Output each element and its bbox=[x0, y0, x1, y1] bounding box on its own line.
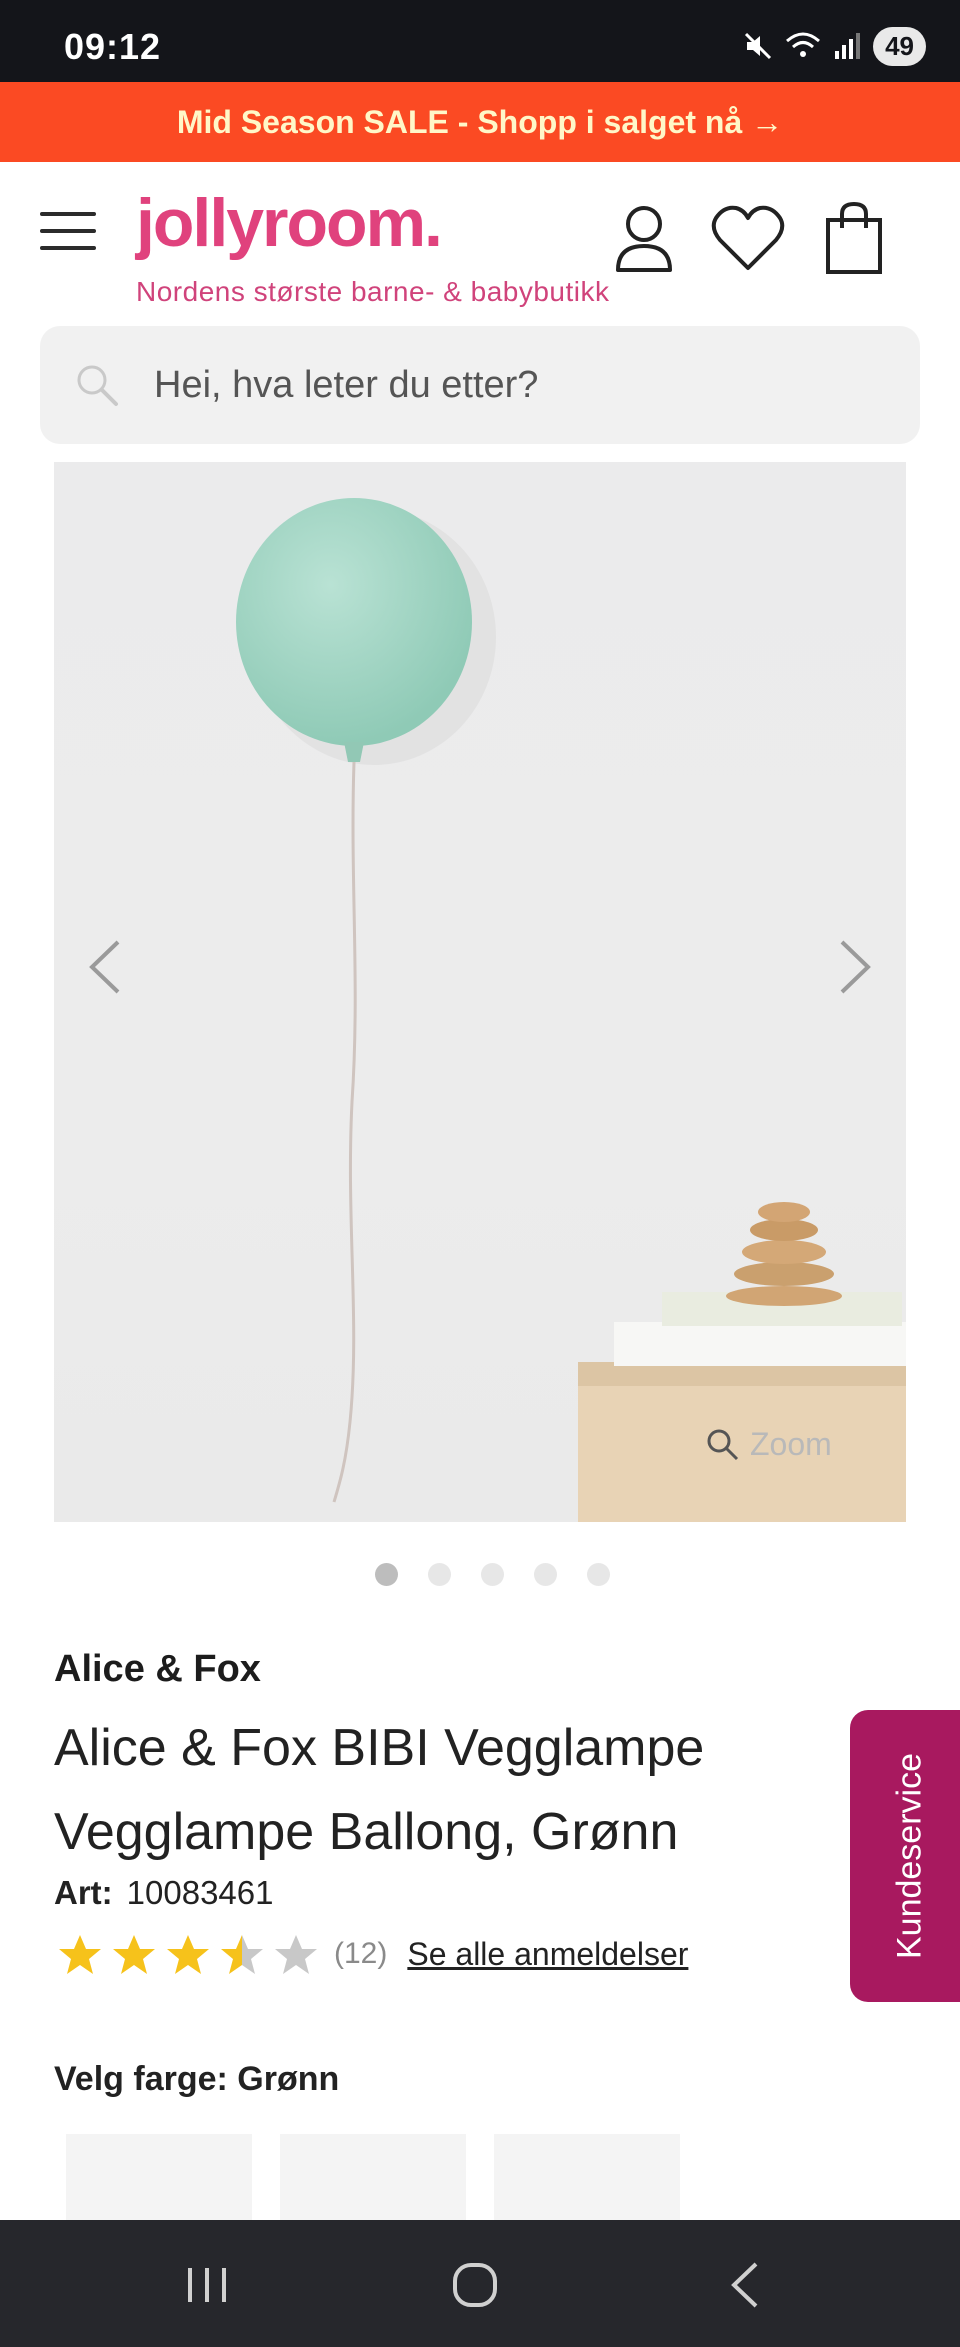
customer-service-tab[interactable]: Kundeservice bbox=[850, 1710, 960, 2002]
product-image[interactable]: Zoom bbox=[54, 462, 906, 1522]
battery-indicator: 49 bbox=[873, 26, 926, 66]
article-value: 10083461 bbox=[126, 1874, 274, 1911]
rating-stars bbox=[54, 1932, 324, 1976]
balloon-lamp-photo bbox=[236, 498, 906, 1522]
search-bar[interactable] bbox=[40, 326, 920, 444]
article-label: Art: bbox=[54, 1874, 113, 1911]
status-bar: 09:12 49 bbox=[0, 0, 960, 82]
promo-banner[interactable]: Mid Season SALE - Shopp i salget nå → bbox=[0, 82, 960, 162]
rating-star-icon bbox=[167, 1935, 209, 1974]
search-icon bbox=[77, 365, 118, 406]
article-number: Art: 10083461 bbox=[54, 1874, 273, 1912]
hamburger-menu-icon[interactable] bbox=[40, 212, 96, 252]
back-icon[interactable] bbox=[724, 2258, 768, 2312]
product-rating: (12) Se alle anmeldelser bbox=[54, 1932, 688, 1976]
zoom-label: Zoom bbox=[750, 1426, 832, 1462]
carousel-dot[interactable] bbox=[481, 1563, 504, 1586]
customer-service-label: Kundeservice bbox=[890, 1752, 929, 1960]
site-header: jollyroom. Nordens største barne- & baby… bbox=[0, 162, 960, 322]
rating-star-icon bbox=[275, 1935, 317, 1974]
chevron-left-icon[interactable] bbox=[74, 922, 134, 1012]
carousel-dot[interactable] bbox=[375, 1563, 398, 1586]
rating-star-icon bbox=[59, 1935, 101, 1974]
shopping-bag-icon[interactable] bbox=[822, 200, 886, 276]
carousel-dot[interactable] bbox=[587, 1563, 610, 1586]
account-icon[interactable] bbox=[612, 202, 676, 274]
rating-star-icon bbox=[113, 1935, 155, 1974]
color-selector-label: Velg farge: Grønn bbox=[54, 2060, 340, 2098]
home-icon[interactable] bbox=[448, 2258, 502, 2312]
carousel-dot[interactable] bbox=[534, 1563, 557, 1586]
heart-icon[interactable] bbox=[710, 202, 786, 274]
recent-apps-icon[interactable] bbox=[182, 2258, 232, 2312]
status-time: 09:12 bbox=[64, 26, 162, 67]
rating-star-icon bbox=[221, 1935, 263, 1974]
product-title: Alice & Fox BIBI Vegglampe Vegglampe Bal… bbox=[54, 1719, 705, 1861]
product-brand[interactable]: Alice & Fox bbox=[54, 1648, 261, 1691]
see-all-reviews-link[interactable]: Se alle anmeldelser bbox=[407, 1936, 688, 1973]
zoom-icon bbox=[707, 1429, 739, 1460]
search-input[interactable] bbox=[152, 354, 856, 416]
status-icons: 49 bbox=[743, 26, 926, 66]
system-nav-bar bbox=[0, 2220, 960, 2347]
zoom-button[interactable]: Zoom bbox=[706, 1426, 832, 1463]
site-tagline: Nordens største barne- & babybutikk bbox=[136, 276, 610, 307]
chevron-right-icon[interactable] bbox=[826, 922, 886, 1012]
carousel-dots bbox=[375, 1563, 610, 1586]
site-logo[interactable]: jollyroom. bbox=[136, 184, 443, 262]
mute-icon bbox=[745, 32, 772, 60]
signal-icon bbox=[835, 33, 861, 59]
carousel-dot[interactable] bbox=[428, 1563, 451, 1586]
review-count: (12) bbox=[334, 1937, 388, 1970]
wifi-icon bbox=[786, 32, 821, 57]
